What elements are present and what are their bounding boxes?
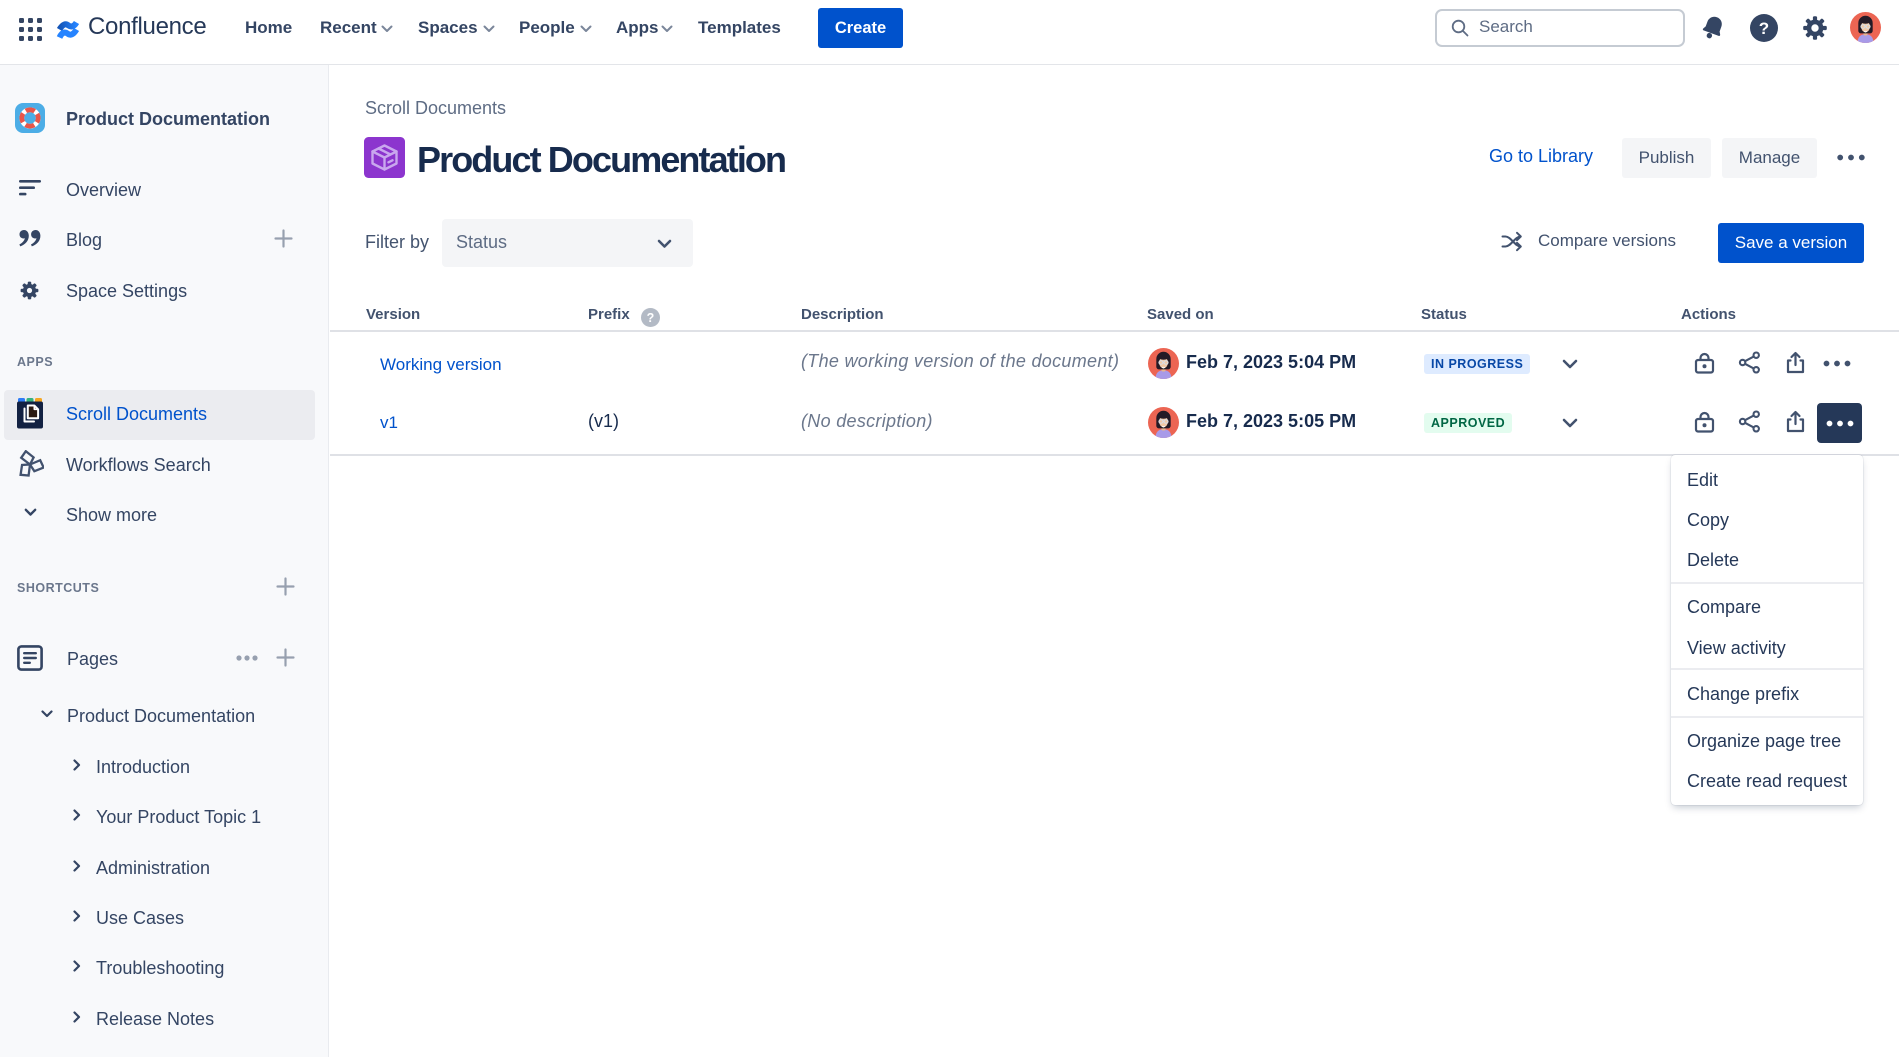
svg-text:?: ? xyxy=(647,311,655,325)
svg-text:?: ? xyxy=(1759,19,1769,38)
